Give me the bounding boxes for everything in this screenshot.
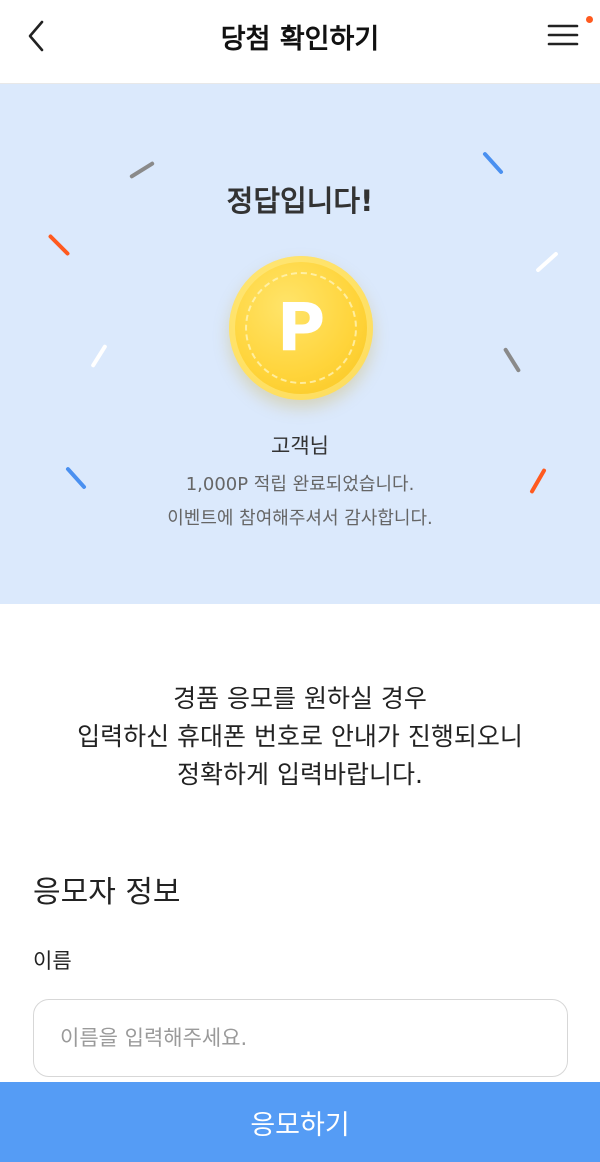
confetti-piece [47,233,71,257]
app-header: 당첨 확인하기 [0,0,600,84]
applicant-info-title: 응모자 정보 [33,875,181,910]
customer-name: 고객님 [271,434,329,458]
coin-letter: P [276,289,326,366]
menu-button[interactable] [545,18,585,54]
name-label: 이름 [33,949,72,973]
submit-button[interactable]: 응모하기 [0,1082,600,1162]
confetti-piece [502,347,522,373]
point-coin-icon: P [229,256,373,400]
hamburger-menu-icon [547,24,579,46]
points-message: 1,000P 적립 완료되었습니다. [185,474,415,495]
notification-dot [586,16,593,23]
confetti-piece [90,343,108,369]
thanks-message: 이벤트에 참여해주셔서 감사합니다. [167,508,433,529]
confetti-piece [535,251,559,273]
notice-line-2: 입력하신 휴대폰 번호로 안내가 진행되오니 [77,722,523,751]
page-title: 당첨 확인하기 [220,24,380,55]
confetti-piece [482,151,504,175]
name-input[interactable] [33,999,568,1077]
result-banner: 정답입니다! P 고객님 1,000P 적립 완료되었습니다. 이벤트에 참여해… [0,84,600,604]
notice-line-3: 정확하게 입력바랍니다. [177,760,423,789]
notice-line-1: 경품 응모를 원하실 경우 [173,684,427,713]
confetti-piece [129,160,155,180]
result-title: 정답입니다! [226,184,374,218]
